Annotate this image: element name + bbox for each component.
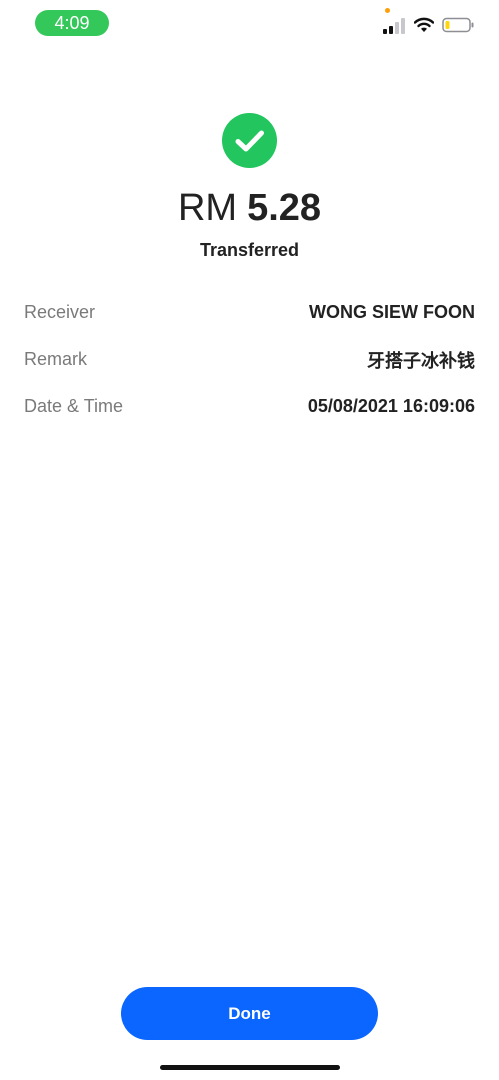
detail-row-date-time: Date & Time 05/08/2021 16:09:06	[24, 383, 475, 430]
detail-row-receiver: Receiver WONG SIEW FOON	[24, 289, 475, 336]
amount-value: 5.28	[247, 187, 322, 229]
detail-label-date-time: Date & Time	[24, 396, 124, 416]
detail-label-remark: Remark	[24, 349, 88, 369]
transfer-amount: RM 5.28	[0, 184, 499, 232]
status-bar: 4:09	[0, 0, 499, 46]
privacy-indicator-dot	[385, 8, 390, 13]
transfer-details: Receiver WONG SIEW FOON Remark 牙搭子冰补钱 Da…	[24, 289, 475, 430]
detail-label-receiver: Receiver	[24, 302, 96, 322]
detail-value-receiver: WONG SIEW FOON	[309, 302, 475, 322]
wifi-icon	[414, 17, 434, 32]
detail-row-remark: Remark 牙搭子冰补钱	[24, 336, 475, 383]
detail-value-remark: 牙搭子冰补钱	[367, 350, 475, 371]
detail-value-date-time: 05/08/2021 16:09:06	[307, 396, 475, 416]
transfer-status: Transferred	[199, 240, 300, 260]
check-circle-icon	[222, 113, 277, 168]
currency-code: RM	[177, 187, 238, 229]
home-indicator[interactable]	[160, 1065, 340, 1070]
status-time[interactable]: 4:09	[35, 10, 109, 36]
battery-icon	[442, 17, 474, 33]
cellular-signal-icon	[383, 18, 405, 34]
done-button[interactable]: Done	[121, 987, 378, 1040]
